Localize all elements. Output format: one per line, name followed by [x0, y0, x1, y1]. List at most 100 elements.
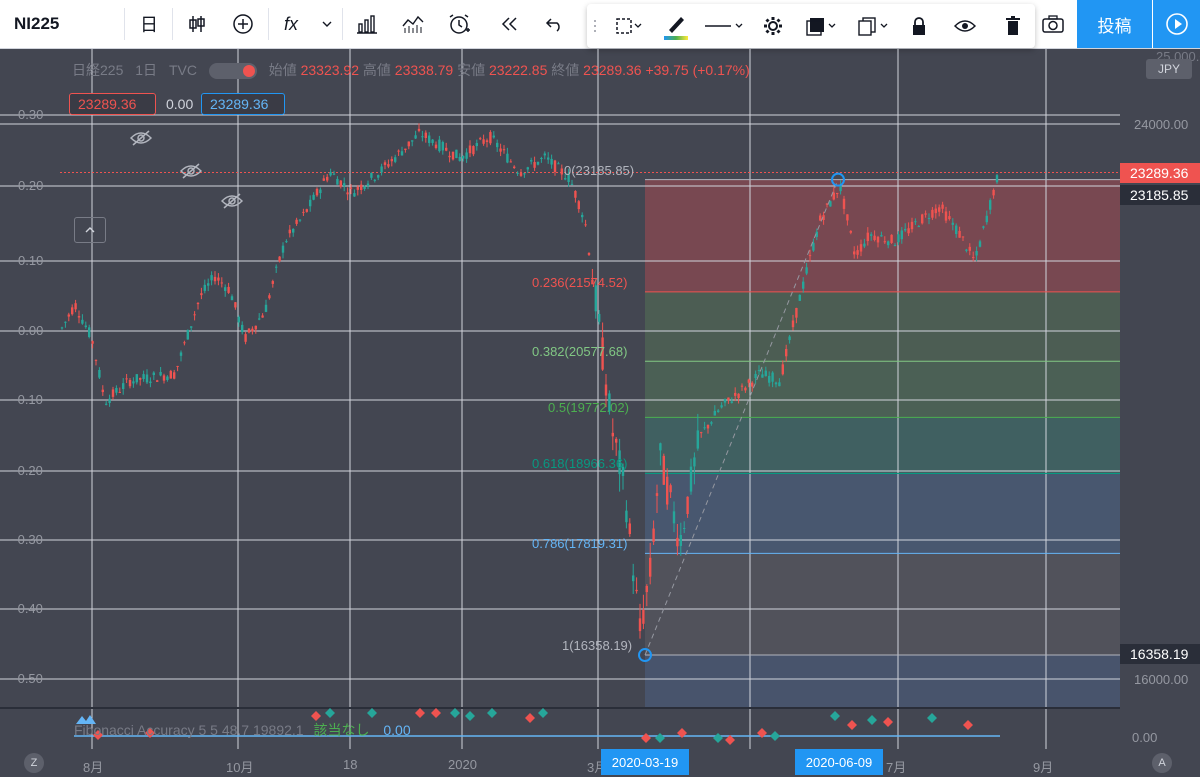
zoom-corner-button[interactable]: Z: [24, 753, 44, 773]
ohlc-legend: 日経225 1日 TVC 始値 23323.92 高値 23338.79 安値 …: [72, 60, 750, 80]
line-style-icon[interactable]: [701, 2, 747, 50]
candle-body: [383, 162, 387, 165]
candle-body: [706, 424, 710, 429]
candle-body: [193, 314, 196, 316]
alert-clock-icon[interactable]: [442, 0, 476, 48]
candle-body: [550, 158, 553, 165]
candle-body: [363, 186, 366, 189]
currency-label[interactable]: JPY: [1146, 59, 1192, 79]
legend-toggle-knob: [242, 65, 255, 78]
visual-order-icon[interactable]: [801, 2, 841, 50]
candle-body: [217, 277, 220, 281]
candle-body: [482, 139, 485, 144]
candle-body: [115, 387, 118, 393]
drag-handle-icon[interactable]: [591, 2, 599, 50]
candle-body: [339, 180, 342, 187]
candle-body: [94, 359, 98, 361]
candle-body: [662, 455, 665, 485]
candle-body: [873, 235, 876, 241]
undo-icon[interactable]: [538, 0, 572, 48]
candle-body: [768, 375, 771, 383]
trash-icon[interactable]: [999, 2, 1027, 50]
fib-level-label: 1(16358.19): [562, 638, 633, 654]
candle-body: [900, 230, 903, 240]
price-box-left[interactable]: 23289.36: [69, 93, 156, 115]
candle-body: [927, 217, 931, 219]
candle-body: [230, 296, 234, 301]
candle-body: [751, 382, 754, 387]
candle-body: [407, 141, 410, 147]
compare-add-icon[interactable]: [226, 0, 260, 48]
bar-chart-icon[interactable]: [350, 0, 384, 48]
candle-body: [152, 372, 155, 376]
candle-body: [791, 320, 795, 328]
post-button[interactable]: 投稿: [1077, 0, 1152, 48]
candle-chart-icon[interactable]: [180, 0, 214, 48]
symbol-search[interactable]: NI225: [14, 0, 59, 48]
high-label: 高値: [362, 62, 391, 78]
candle-body: [856, 250, 859, 255]
indicator-marker: [487, 708, 497, 718]
axis-level: 16000.00: [1134, 672, 1189, 687]
candle-body: [812, 242, 815, 251]
candle-body: [560, 168, 563, 175]
top-toolbar: NI225 日 fx 投稿: [0, 0, 1200, 49]
candle-body: [128, 379, 132, 387]
price-box-right[interactable]: 23289.36: [201, 93, 285, 115]
chevron-down-icon[interactable]: [316, 0, 338, 48]
eye-off-icon[interactable]: [179, 163, 203, 184]
fib-level-label: 0.618(18966.36): [532, 456, 628, 472]
eye-icon[interactable]: [951, 2, 979, 50]
candle-body: [132, 381, 135, 384]
candle-body: [581, 214, 584, 218]
candle-body: [625, 510, 628, 523]
candle-body: [543, 153, 546, 156]
chart-pane[interactable]: [0, 49, 1120, 749]
legend-symbol-name[interactable]: 日経225: [72, 62, 123, 78]
template-icon[interactable]: [609, 2, 649, 50]
candle-body: [615, 438, 618, 443]
play-icon[interactable]: [1152, 0, 1200, 48]
time-axis[interactable]: Z 8月 10月 18 2020 3月 7月 9月 A: [0, 749, 1200, 777]
candle-body: [907, 228, 910, 234]
time-label: 7月: [886, 760, 907, 775]
candle-body: [108, 398, 111, 404]
line-color-icon[interactable]: [659, 2, 693, 50]
indicator-value: 0.00: [383, 722, 411, 738]
legend-toggle[interactable]: [208, 63, 257, 80]
candle-body: [686, 496, 689, 515]
candle-body: [737, 393, 740, 399]
eye-off-icon[interactable]: [129, 130, 153, 151]
collapse-chevron-up-icon[interactable]: [74, 217, 106, 243]
replay-rewind-icon[interactable]: [492, 0, 526, 48]
candle-body: [88, 327, 91, 338]
indicator-name[interactable]: Fibonacci Accuracy 5 5 48.7 19892.1: [74, 722, 304, 738]
candle-body: [169, 370, 172, 379]
candle-body: [166, 376, 169, 380]
camera-icon[interactable]: [1038, 0, 1068, 48]
percent-axis-label: 0.10: [18, 253, 44, 268]
candle-body: [774, 382, 778, 385]
eye-off-icon[interactable]: [220, 193, 244, 214]
chart-canvas[interactable]: [0, 49, 1120, 749]
interval-button[interactable]: 日: [132, 0, 166, 48]
time-label: 8月: [83, 760, 104, 775]
candle-body: [577, 201, 580, 210]
candle-body: [451, 151, 455, 160]
axis-level: 0.00: [1132, 730, 1158, 745]
candle-body: [951, 222, 954, 225]
fib-zone: [645, 361, 1120, 418]
financials-icon[interactable]: [396, 0, 430, 48]
lock-icon[interactable]: [905, 2, 933, 50]
candle-body: [934, 208, 937, 214]
candle-body: [526, 167, 529, 170]
clone-icon[interactable]: [853, 2, 893, 50]
candle-body: [659, 443, 662, 451]
candle-body: [179, 352, 183, 356]
settings-gear-icon[interactable]: [759, 2, 787, 50]
indicators-icon[interactable]: fx: [276, 0, 306, 48]
auto-scale-corner-button[interactable]: A: [1152, 753, 1172, 773]
candle-body: [186, 329, 189, 340]
candle-body: [676, 537, 679, 547]
indicator-extra: 該当なし: [313, 722, 370, 738]
